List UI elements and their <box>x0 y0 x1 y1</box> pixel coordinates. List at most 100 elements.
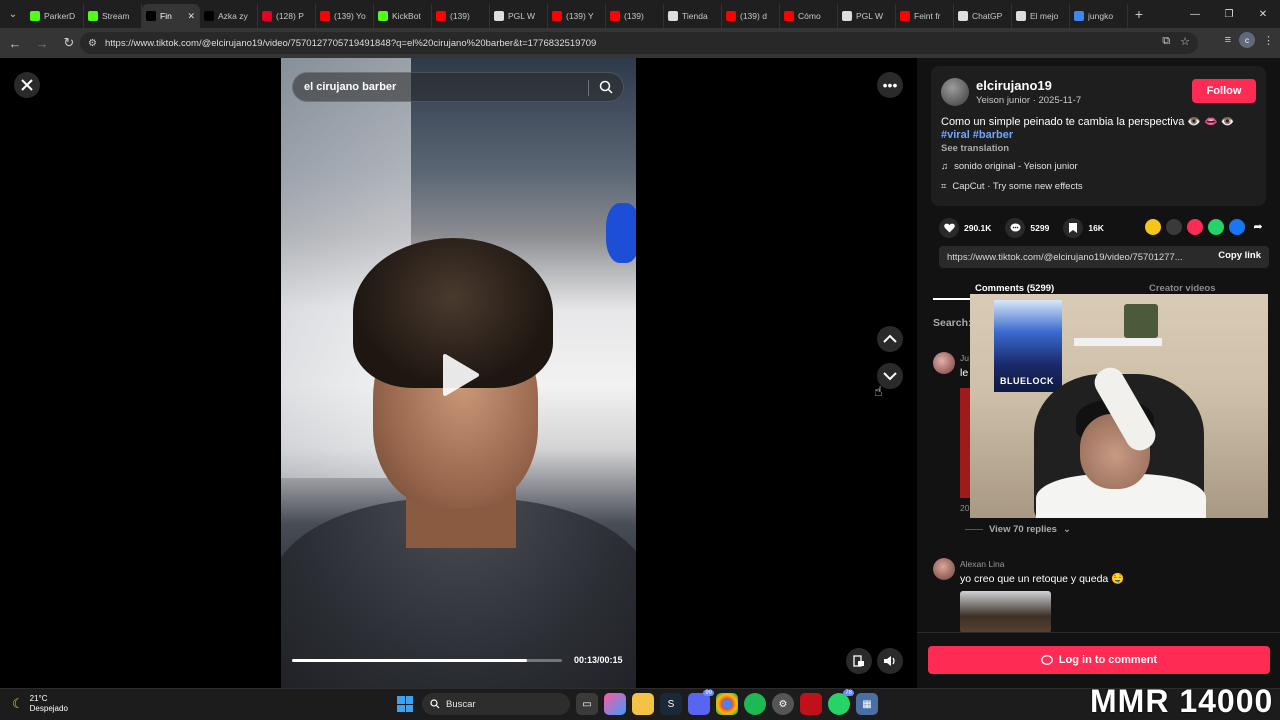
calculator-icon[interactable]: ▦ <box>856 693 878 715</box>
tab-search-icon[interactable]: ⌄ <box>0 0 26 28</box>
author-avatar[interactable] <box>941 78 969 106</box>
weather-widget[interactable]: ☾ 21°C Despejado <box>12 694 68 714</box>
video-progress-fill <box>292 659 527 662</box>
like-action[interactable]: 290.1K <box>939 218 991 238</box>
browser-tab[interactable]: jungko <box>1070 4 1128 28</box>
browser-tab[interactable]: ParkerD <box>26 4 84 28</box>
tabs-container: ParkerD Stream Fin ✕ Azka zy (128) P (139) Yo K… <box>26 0 1128 28</box>
tab-favicon-icon <box>900 11 910 21</box>
browser-tab[interactable]: Cómo <box>780 4 838 28</box>
floating-player-button[interactable] <box>846 648 872 674</box>
tab-creator-videos[interactable]: Creator videos <box>1149 283 1216 294</box>
browser-tab[interactable]: KickBot <box>374 4 432 28</box>
browser-tab[interactable]: (139) Y <box>548 4 606 28</box>
commenter-avatar[interactable] <box>933 558 955 580</box>
browser-tab[interactable]: Fin ✕ <box>142 4 200 28</box>
minimize-icon[interactable]: — <box>1178 0 1212 28</box>
browser-tab[interactable]: El mejo <box>1012 4 1070 28</box>
spotify-icon[interactable] <box>744 693 766 715</box>
back-icon[interactable]: ← <box>3 31 27 55</box>
close-video-button[interactable] <box>14 72 40 98</box>
browser-tab[interactable]: ChatGP <box>954 4 1012 28</box>
coin-icon[interactable] <box>1145 219 1161 235</box>
comment-text: le <box>960 367 969 379</box>
profile-avatar[interactable]: c <box>1239 32 1255 48</box>
browser-tab[interactable]: Stream <box>84 4 142 28</box>
volume-button[interactable] <box>877 648 903 674</box>
window-controls: — ❐ ✕ <box>1178 0 1280 28</box>
new-tab-button[interactable]: + <box>1128 6 1150 22</box>
tab-manager-icon[interactable]: ≡ <box>1225 34 1231 46</box>
commenter-name[interactable]: Alexan Lina <box>960 559 1004 569</box>
app-red-icon[interactable] <box>800 693 822 715</box>
more-options-button[interactable]: ••• <box>877 72 903 98</box>
tab-title: Feint fr <box>914 11 941 21</box>
close-tab-icon[interactable]: ✕ <box>187 11 195 22</box>
video-progress-bar[interactable] <box>292 659 562 662</box>
bookmark-star-icon[interactable]: ☆ <box>1180 35 1190 48</box>
copilot-icon[interactable] <box>604 693 626 715</box>
video-search-box[interactable]: el cirujano barber <box>292 72 624 102</box>
music-row[interactable]: ♫ sonido original - Yeison junior <box>941 161 1078 172</box>
settings-gear-icon[interactable]: ⚙ <box>772 693 794 715</box>
share-arrow-icon[interactable]: ➦ <box>1250 219 1266 235</box>
play-icon[interactable] <box>441 353 481 397</box>
search-icon[interactable] <box>599 80 613 94</box>
browser-tab[interactable]: Azka zy <box>200 4 258 28</box>
browser-tab[interactable]: (139) Yo <box>316 4 374 28</box>
browser-tab[interactable]: PGL W <box>838 4 896 28</box>
heart-icon <box>939 218 959 238</box>
tab-title: (139) Y <box>566 11 594 21</box>
whatsapp-taskbar-icon[interactable]: 78 <box>828 690 854 715</box>
forward-icon[interactable]: → <box>30 31 54 55</box>
comment-bottom-bar: Log in to comment <box>917 632 1280 688</box>
comment-image[interactable] <box>960 388 970 498</box>
share-link-text: https://www.tiktok.com/@elcirujano19/vid… <box>947 251 1183 263</box>
task-view-icon[interactable]: ▭ <box>576 693 598 715</box>
windows-start-icon[interactable] <box>394 693 416 715</box>
tab-title: Cómo <box>798 11 821 21</box>
previous-video-button[interactable] <box>877 326 903 352</box>
install-icon[interactable]: ⧉ <box>1162 35 1170 48</box>
commenter-name[interactable]: Ju <box>960 353 969 363</box>
commenter-avatar[interactable] <box>933 352 955 374</box>
browser-tab[interactable]: (139) <box>432 4 490 28</box>
reload-icon[interactable]: ↻ <box>57 31 81 55</box>
view-replies-button[interactable]: View 70 replies ⌄ <box>965 524 1071 535</box>
comment-image[interactable] <box>960 591 1051 633</box>
send-icon[interactable] <box>1187 219 1203 235</box>
steam-icon[interactable]: S <box>660 693 682 715</box>
effect-row[interactable]: ⌗ CapCut · Try some new effects <box>941 181 1083 192</box>
author-name[interactable]: elcirujano19 <box>976 78 1052 93</box>
file-explorer-icon[interactable] <box>632 693 654 715</box>
tab-comments[interactable]: Comments (5299) <box>975 283 1054 294</box>
comment-search-label[interactable]: Search: <box>933 317 972 329</box>
menu-kebab-icon[interactable]: ⋮ <box>1263 34 1274 47</box>
comment-action[interactable]: 5299 <box>1005 218 1049 238</box>
browser-tab[interactable]: (139) <box>606 4 664 28</box>
video-player[interactable]: el cirujano barber 00:13/00:15 <box>281 58 636 688</box>
tab-title: PGL W <box>508 11 536 21</box>
taskbar-search[interactable]: Buscar <box>422 693 570 715</box>
close-window-icon[interactable]: ✕ <box>1246 0 1280 28</box>
address-bar[interactable]: ⚙ https://www.tiktok.com/@elcirujano19/v… <box>80 32 1198 54</box>
follow-button[interactable]: Follow <box>1192 79 1256 103</box>
login-to-comment-button[interactable]: Log in to comment <box>928 646 1270 674</box>
weather-status: Despejado <box>29 704 68 713</box>
browser-tab[interactable]: Tienda <box>664 4 722 28</box>
copy-link-button[interactable]: Copy link <box>1218 250 1261 261</box>
chrome-icon[interactable] <box>716 693 738 715</box>
browser-tab[interactable]: (128) P <box>258 4 316 28</box>
save-action[interactable]: 16K <box>1063 218 1104 238</box>
restore-icon[interactable]: ❐ <box>1212 0 1246 28</box>
browser-tab[interactable]: (139) d <box>722 4 780 28</box>
whatsapp-icon[interactable] <box>1208 219 1224 235</box>
post-hashtags[interactable]: #viral #barber <box>941 129 1013 141</box>
embed-icon[interactable] <box>1166 219 1182 235</box>
discord-icon[interactable]: 99 <box>688 690 714 715</box>
see-translation-link[interactable]: See translation <box>941 143 1009 154</box>
browser-tab[interactable]: PGL W <box>490 4 548 28</box>
site-info-icon[interactable]: ⚙ <box>88 38 97 49</box>
browser-tab[interactable]: Feint fr <box>896 4 954 28</box>
facebook-icon[interactable] <box>1229 219 1245 235</box>
